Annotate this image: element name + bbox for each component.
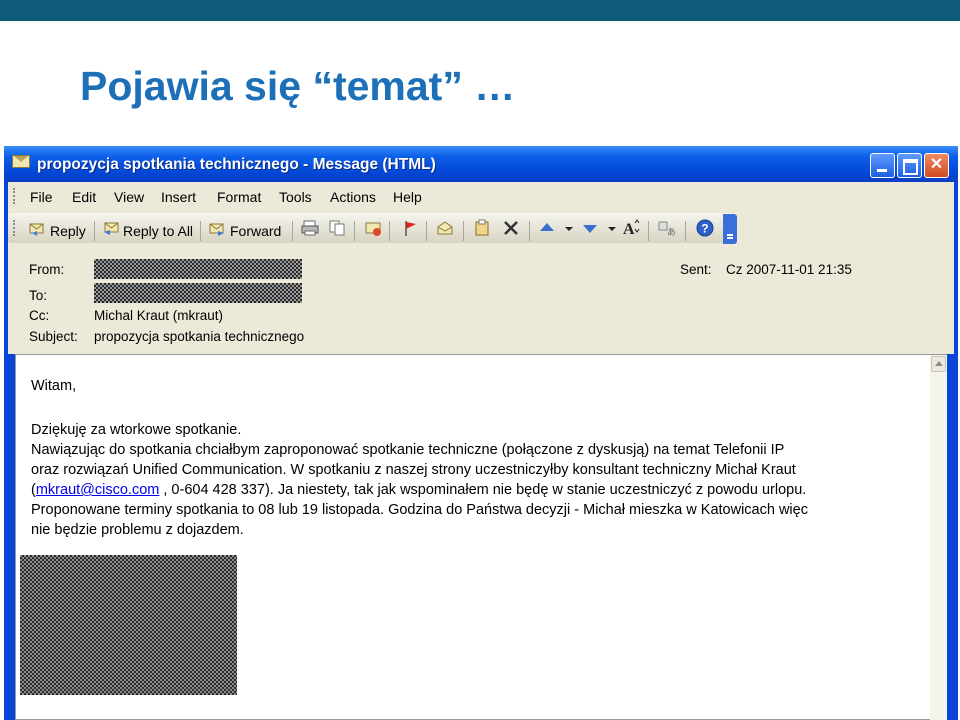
body-line: nie będzie problemu z dojazdem. — [31, 522, 244, 538]
message-window: propozycja spotkania technicznego - Mess… — [4, 146, 958, 720]
toolbar-strip: Reply Reply to All Forward A あ ? — [8, 213, 734, 243]
menu-help[interactable]: Help — [393, 189, 422, 205]
toolbar: Reply Reply to All Forward A あ ? — [8, 210, 954, 246]
body-line: oraz rozwiązań Unified Communication. W … — [31, 462, 796, 478]
minimize-icon — [877, 169, 887, 172]
menu-format[interactable]: Format — [217, 189, 261, 205]
from-value-redacted — [94, 259, 302, 279]
svg-text:?: ? — [701, 222, 708, 236]
reply-button[interactable]: Reply — [50, 223, 86, 239]
menu-view[interactable]: View — [114, 189, 144, 205]
window-title-bar[interactable]: propozycja spotkania technicznego - Mess… — [4, 146, 958, 182]
body-line: Dziękuję za wtorkowe spotkanie. — [31, 422, 242, 438]
previous-item-icon[interactable] — [538, 219, 556, 237]
help-icon[interactable]: ? — [696, 219, 714, 237]
close-icon: ✕ — [929, 156, 944, 173]
delete-icon[interactable] — [502, 219, 520, 237]
svg-text:A: A — [623, 221, 635, 236]
toolbar-grip[interactable] — [13, 220, 18, 236]
toolbar-separator — [426, 221, 427, 241]
envelope-icon — [12, 155, 30, 168]
svg-text:あ: あ — [667, 227, 676, 237]
scroll-up-button[interactable] — [931, 356, 946, 372]
signature-redacted — [20, 555, 237, 695]
message-header: From: To: Cc: Michal Kraut (mkraut) Subj… — [8, 246, 954, 354]
toolbar-separator — [94, 221, 95, 241]
move-to-folder-icon[interactable] — [364, 219, 382, 237]
body-line-rest: , 0-604 428 337). Ja niestety, tak jak w… — [159, 482, 807, 498]
menu-file[interactable]: File — [30, 189, 53, 205]
toolbar-separator — [648, 221, 649, 241]
chevron-down-icon[interactable] — [560, 219, 578, 237]
maximize-icon — [903, 159, 918, 175]
maximize-button[interactable] — [897, 153, 922, 178]
reply-all-button[interactable]: Reply to All — [123, 223, 193, 239]
window-title: propozycja spotkania technicznego - Mess… — [37, 156, 436, 173]
to-label: To: — [29, 288, 48, 303]
move-icon[interactable] — [473, 219, 491, 237]
chevron-down-icon[interactable] — [603, 219, 621, 237]
sent-label: Sent: — [680, 262, 712, 277]
cc-label: Cc: — [29, 308, 50, 323]
follow-up-flag-icon[interactable] — [401, 219, 419, 237]
cc-value[interactable]: Michal Kraut (mkraut) — [94, 308, 223, 323]
toolbar-separator — [200, 221, 201, 241]
close-button[interactable]: ✕ — [924, 153, 949, 178]
print-icon[interactable] — [301, 219, 319, 237]
mark-unread-icon[interactable] — [436, 219, 454, 237]
slide-title: Pojawia się “temat” … — [80, 63, 516, 109]
menu-bar: File Edit View Insert Format Tools Actio… — [8, 182, 954, 210]
toolbar-separator — [292, 221, 293, 241]
slide-top-bar — [0, 0, 960, 21]
menu-tools[interactable]: Tools — [279, 189, 312, 205]
copy-icon[interactable] — [328, 219, 346, 237]
toolbar-separator — [685, 221, 686, 241]
from-label: From: — [29, 262, 65, 277]
forward-icon[interactable] — [208, 219, 226, 237]
email-link[interactable]: mkraut@cisco.com — [36, 482, 160, 498]
body-line: Proponowane terminy spotkania to 08 lub … — [31, 502, 808, 518]
reply-icon[interactable] — [28, 219, 46, 237]
vertical-scrollbar[interactable] — [930, 355, 947, 720]
menu-edit[interactable]: Edit — [72, 189, 96, 205]
menu-grip[interactable] — [13, 188, 18, 204]
message-body[interactable]: Witam, Dziękuję za wtorkowe spotkanie. N… — [15, 354, 947, 720]
menu-actions[interactable]: Actions — [330, 189, 376, 205]
next-item-icon[interactable] — [581, 219, 599, 237]
menu-insert[interactable]: Insert — [161, 189, 196, 205]
font-size-icon[interactable]: A — [622, 218, 640, 236]
toolbar-separator — [389, 221, 390, 241]
to-value-redacted — [94, 283, 302, 303]
subject-label: Subject: — [29, 329, 78, 344]
body-line-with-email: (mkraut@cisco.com , 0-604 428 337). Ja n… — [31, 482, 806, 498]
toolbar-separator — [529, 221, 530, 241]
encoding-icon[interactable]: あ — [658, 219, 676, 237]
minimize-button[interactable] — [870, 153, 895, 178]
sent-value: Cz 2007-11-01 21:35 — [726, 262, 852, 277]
body-greeting: Witam, — [31, 378, 77, 394]
reply-all-icon[interactable] — [102, 219, 120, 237]
forward-button[interactable]: Forward — [230, 223, 281, 239]
toolbar-separator — [463, 221, 464, 241]
body-line: Nawiązując do spotkania chciałbym zaprop… — [31, 442, 785, 458]
subject-value: propozycja spotkania technicznego — [94, 329, 305, 344]
toolbar-options-button[interactable] — [723, 214, 737, 244]
toolbar-separator — [354, 221, 355, 241]
